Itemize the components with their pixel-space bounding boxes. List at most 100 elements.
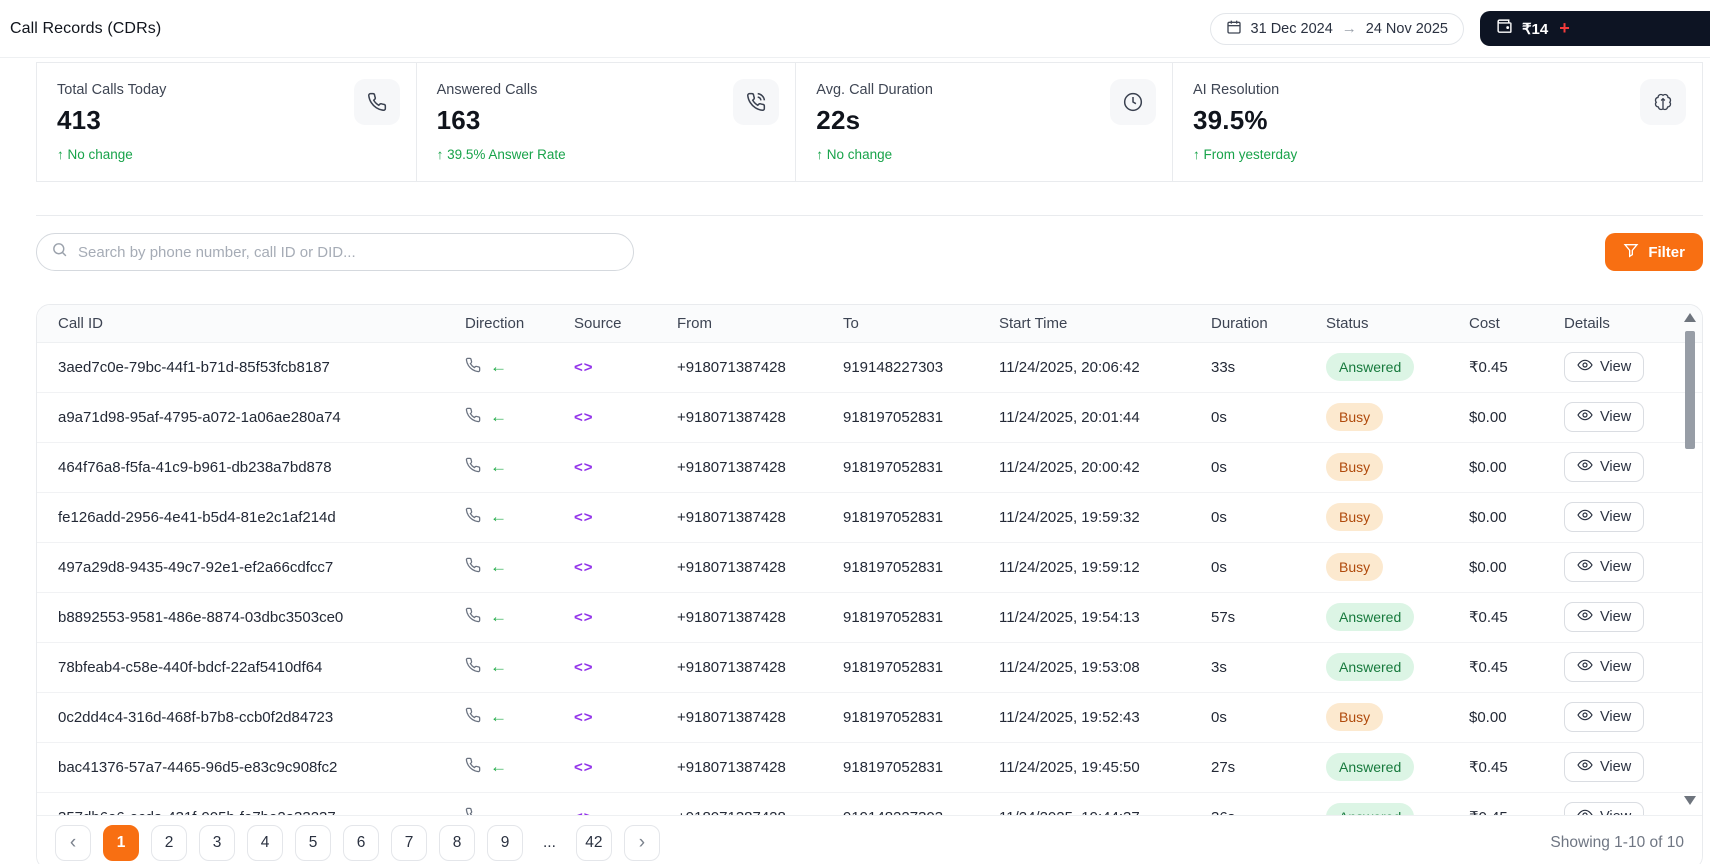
from-cell: +918071387428 bbox=[677, 558, 786, 576]
call-id-cell: fe126add-2956-4e41-b5d4-81e2c1af214d bbox=[58, 508, 336, 526]
stat-value: 39.5% bbox=[1192, 105, 1268, 135]
duration-cell: 27s bbox=[1211, 758, 1236, 776]
page-number-button[interactable]: 5 bbox=[295, 824, 331, 861]
arrow-left-inbound-icon: ← bbox=[490, 757, 507, 777]
pagination-pages: ‹ 1 2 3 4 5 6 7 8 9 ... 42 › bbox=[55, 824, 660, 861]
page-number-button[interactable]: 8 bbox=[439, 824, 475, 861]
page-number-button[interactable]: 6 bbox=[343, 824, 379, 861]
page-number-button[interactable]: 2 bbox=[151, 824, 187, 861]
arrow-left-inbound-icon: ← bbox=[490, 407, 507, 427]
start-time-cell: 11/24/2025, 19:53:08 bbox=[999, 658, 1140, 676]
source-cell: <> bbox=[574, 408, 594, 426]
scroll-down-icon[interactable] bbox=[1684, 796, 1696, 805]
page-number-button[interactable]: 1 bbox=[103, 824, 139, 861]
date-range-picker[interactable]: 31 Dec 2024 → 24 Nov 2025 bbox=[1209, 12, 1464, 45]
table-scrollbar[interactable] bbox=[1684, 311, 1696, 807]
duration-cell: 0s bbox=[1211, 408, 1227, 426]
stats-row: Total Calls Today 413 ↑ No change Answer… bbox=[36, 62, 1703, 182]
prev-page-button[interactable]: ‹ bbox=[55, 824, 91, 861]
table-body: 3aed7c0e-79bc-44f1-b71d-85f53fcb8187 ← <… bbox=[37, 343, 1702, 816]
page-number-button[interactable]: 7 bbox=[391, 824, 427, 861]
view-button[interactable]: View bbox=[1564, 502, 1645, 533]
page-number-button[interactable]: 3 bbox=[199, 824, 235, 861]
col-call-id: Call ID bbox=[58, 314, 104, 332]
status-cell: Answered bbox=[1326, 753, 1469, 782]
view-button[interactable]: View bbox=[1564, 452, 1645, 483]
scroll-up-icon[interactable] bbox=[1684, 313, 1696, 322]
to-cell: 918197052831 bbox=[843, 408, 944, 426]
start-time-cell: 11/24/2025, 20:06:42 bbox=[999, 358, 1140, 376]
next-page-button[interactable]: › bbox=[623, 824, 660, 861]
table-row: 0c2dd4c4-316d-468f-b7b8-ccb0f2d84723 ← <… bbox=[37, 693, 1702, 743]
status-badge: Answered bbox=[1326, 353, 1415, 382]
view-button[interactable]: View bbox=[1564, 802, 1645, 816]
status-cell: Busy bbox=[1326, 553, 1469, 582]
view-button[interactable]: View bbox=[1564, 402, 1645, 433]
stat-card-answered-calls: Answered Calls 163 ↑ 39.5% Answer Rate bbox=[415, 63, 796, 181]
cost-cell: $0.00 bbox=[1469, 508, 1507, 526]
from-cell: +918071387428 bbox=[677, 358, 786, 376]
to-cell: 918197052831 bbox=[843, 558, 944, 576]
call-id-cell: 78bfeab4-c58e-440f-bdcf-22af5410df64 bbox=[58, 658, 323, 676]
table-header-row: Call ID Direction Source From To Start T… bbox=[37, 305, 1702, 343]
date-range-end: 24 Nov 2025 bbox=[1365, 20, 1448, 37]
cost-cell: ₹0.45 bbox=[1469, 659, 1508, 677]
col-duration: Duration bbox=[1211, 314, 1268, 332]
clock-icon bbox=[1109, 79, 1156, 125]
search-input[interactable] bbox=[78, 243, 619, 261]
arrow-right-icon: → bbox=[1341, 20, 1357, 37]
page-number-button[interactable]: 4 bbox=[247, 824, 283, 861]
view-button[interactable]: View bbox=[1564, 652, 1645, 683]
direction-cell: ← bbox=[465, 707, 574, 727]
search-box[interactable] bbox=[36, 233, 634, 271]
details-cell: View bbox=[1564, 352, 1702, 383]
page-number-button[interactable]: 42 bbox=[575, 824, 612, 861]
start-time-cell: 11/24/2025, 19:59:12 bbox=[999, 558, 1140, 576]
from-cell: +918071387428 bbox=[677, 608, 786, 626]
arrow-left-inbound-icon: ← bbox=[490, 707, 507, 727]
status-badge: Busy bbox=[1326, 453, 1384, 482]
view-button[interactable]: View bbox=[1564, 352, 1645, 383]
status-cell: Busy bbox=[1326, 503, 1469, 532]
stat-value: 163 bbox=[436, 105, 481, 135]
status-cell: Answered bbox=[1326, 603, 1469, 632]
page-number-list: 1 2 3 4 5 6 7 8 9 ... 42 bbox=[103, 824, 612, 861]
filter-button[interactable]: Filter bbox=[1605, 233, 1703, 271]
stat-change: ↑ From yesterday bbox=[1192, 147, 1298, 162]
details-cell: View bbox=[1564, 752, 1702, 783]
call-id-cell: bac41376-57a7-4465-96d5-e83c9c908fc2 bbox=[58, 758, 338, 776]
view-button[interactable]: View bbox=[1564, 752, 1645, 783]
call-records-table: Call ID Direction Source From To Start T… bbox=[36, 304, 1703, 864]
arrow-left-inbound-icon: ← bbox=[490, 657, 507, 677]
from-cell: +918071387428 bbox=[677, 458, 786, 476]
section-divider bbox=[36, 215, 1703, 216]
stat-change: ↑ No change bbox=[57, 147, 133, 162]
status-badge: Answered bbox=[1326, 653, 1415, 682]
view-label: View bbox=[1600, 359, 1632, 376]
cost-cell: $0.00 bbox=[1469, 458, 1507, 476]
stat-label: Avg. Call Duration bbox=[816, 82, 933, 98]
table-row: 497a29d8-9435-49c7-92e1-ef2a66cdfcc7 ← <… bbox=[37, 543, 1702, 593]
arrow-left-inbound-icon: ← bbox=[490, 507, 507, 527]
from-cell: +918071387428 bbox=[677, 508, 786, 526]
page-number-button[interactable]: ... bbox=[535, 825, 564, 861]
col-from: From bbox=[677, 314, 712, 332]
phone-icon bbox=[465, 557, 481, 577]
direction-cell: ← bbox=[465, 457, 574, 477]
to-cell: 918197052831 bbox=[843, 758, 944, 776]
scrollbar-thumb[interactable] bbox=[1685, 331, 1695, 449]
phone-icon bbox=[465, 807, 481, 816]
call-id-cell: 0c2dd4c4-316d-468f-b7b8-ccb0f2d84723 bbox=[58, 708, 334, 726]
details-cell: View bbox=[1564, 502, 1702, 533]
wallet-balance-button[interactable]: ₹14 + bbox=[1480, 11, 1710, 46]
col-status: Status bbox=[1326, 314, 1369, 332]
view-label: View bbox=[1600, 709, 1632, 726]
view-button[interactable]: View bbox=[1564, 702, 1645, 733]
add-funds-button[interactable]: + bbox=[1559, 18, 1570, 39]
view-label: View bbox=[1600, 559, 1632, 576]
col-direction: Direction bbox=[465, 314, 525, 332]
view-button[interactable]: View bbox=[1564, 552, 1645, 583]
page-number-button[interactable]: 9 bbox=[487, 824, 523, 861]
status-cell: Answered bbox=[1326, 803, 1469, 816]
view-button[interactable]: View bbox=[1564, 602, 1645, 633]
